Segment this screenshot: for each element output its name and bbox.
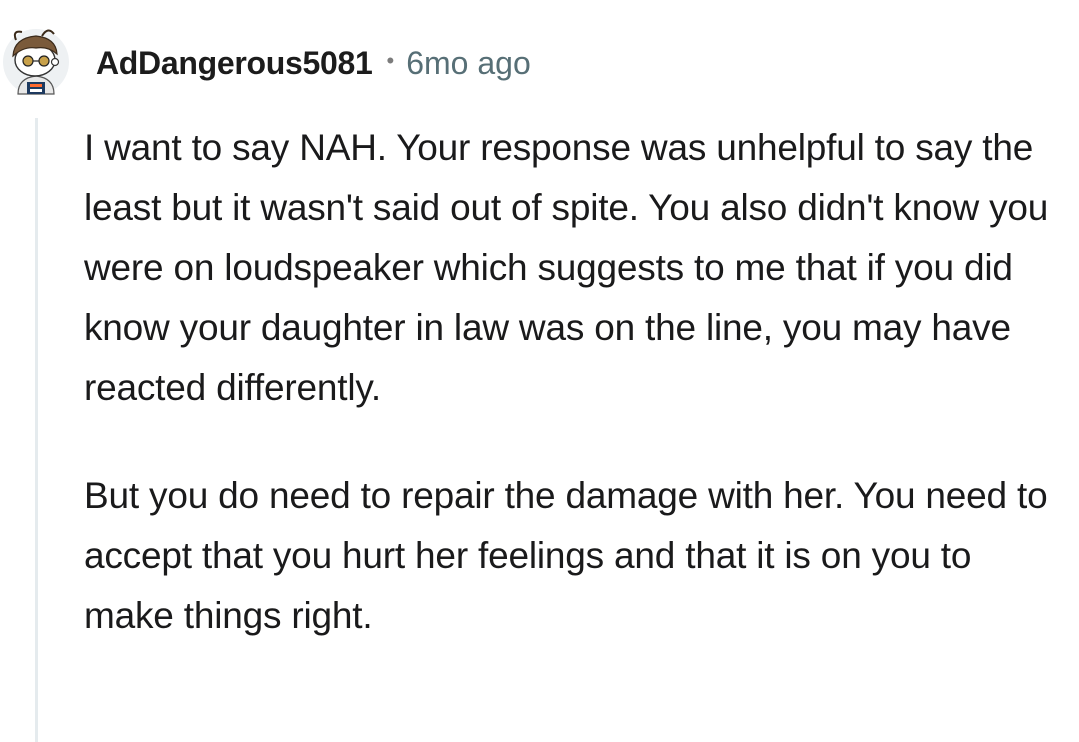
username-link[interactable]: AdDangerous5081 bbox=[96, 45, 373, 82]
action-icon-partial[interactable] bbox=[108, 734, 122, 742]
thread-line[interactable] bbox=[35, 118, 38, 742]
meta-separator: • bbox=[386, 48, 395, 73]
user-avatar-icon[interactable] bbox=[2, 24, 70, 96]
comment-timestamp[interactable]: 6mo ago bbox=[406, 45, 531, 82]
comment-body: I want to say NAH. Your response was unh… bbox=[84, 118, 1069, 646]
comment-header: AdDangerous5081 • 6mo ago bbox=[96, 40, 531, 86]
comment-paragraph-1: I want to say NAH. Your response was unh… bbox=[84, 127, 1049, 408]
comment-paragraph-2: But you do need to repair the damage wit… bbox=[84, 475, 1048, 636]
